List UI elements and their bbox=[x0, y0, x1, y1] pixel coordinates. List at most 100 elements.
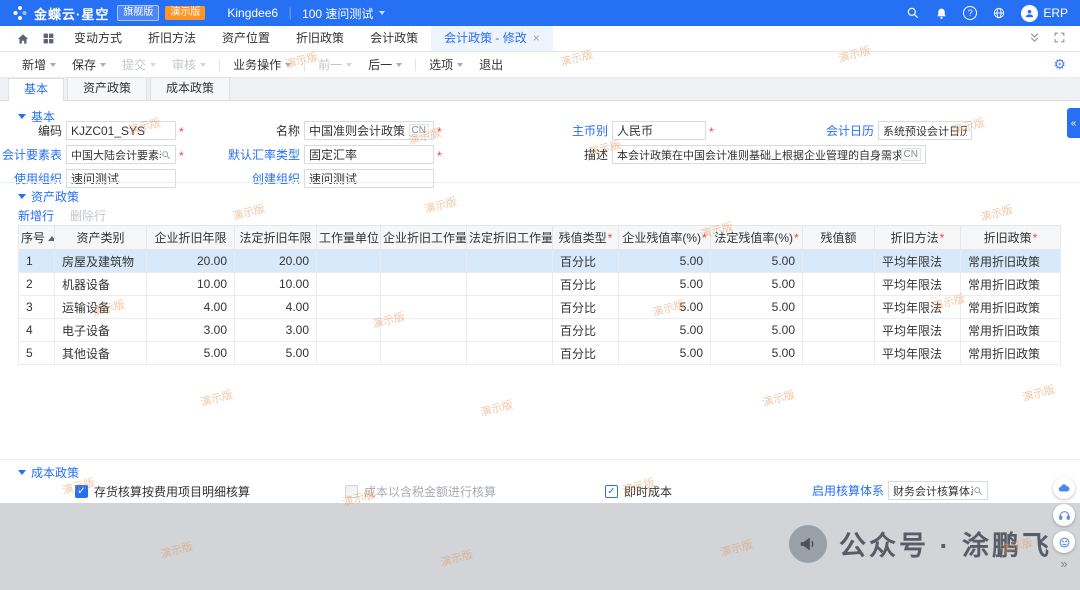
toolbar-button[interactable]: 前一 bbox=[310, 56, 360, 73]
nav-tab[interactable]: 会计政策 bbox=[357, 26, 431, 51]
table-cell[interactable]: 常用折旧政策 bbox=[961, 250, 1061, 273]
column-header[interactable]: 工作量单位 bbox=[317, 226, 381, 250]
table-cell[interactable] bbox=[803, 296, 875, 319]
table-cell[interactable] bbox=[317, 296, 381, 319]
field-label-accounting-calendar[interactable]: 会计日历 bbox=[786, 121, 874, 141]
create-org-input[interactable]: 速问测试 bbox=[304, 169, 434, 188]
table-cell[interactable] bbox=[381, 342, 467, 365]
column-header[interactable]: 企业折旧工作量 bbox=[381, 226, 467, 250]
use-org-input[interactable]: 速问测试 bbox=[66, 169, 176, 188]
table-cell[interactable]: 百分比 bbox=[553, 273, 619, 296]
column-header[interactable]: 资产类别 bbox=[55, 226, 147, 250]
table-row[interactable]: 3运输设备4.004.00百分比5.005.00平均年限法常用折旧政策 bbox=[19, 296, 1061, 319]
table-cell[interactable]: 20.00 bbox=[235, 250, 317, 273]
user-menu[interactable]: ERP bbox=[1021, 5, 1068, 22]
nav-tab[interactable]: 折旧方法 bbox=[135, 26, 209, 51]
table-cell[interactable]: 5.00 bbox=[711, 250, 803, 273]
table-cell[interactable]: 运输设备 bbox=[55, 296, 147, 319]
toolbar-button[interactable]: 业务操作 bbox=[225, 56, 299, 73]
toolbar-button[interactable]: 审核 bbox=[164, 56, 214, 73]
table-cell[interactable]: 5.00 bbox=[619, 342, 711, 365]
table-cell[interactable] bbox=[803, 250, 875, 273]
delete-row-button[interactable]: 删除行 bbox=[70, 207, 106, 224]
toolbar-button[interactable]: 选项 bbox=[421, 56, 471, 73]
subtab[interactable]: 基本 bbox=[8, 78, 64, 101]
checkbox-inventory-detail[interactable]: ✓ 存货核算按费用项目明细核算 bbox=[75, 483, 250, 499]
table-cell[interactable] bbox=[317, 250, 381, 273]
table-cell[interactable]: 5.00 bbox=[619, 273, 711, 296]
grid-menu-icon[interactable] bbox=[36, 32, 61, 45]
section-asset-toggle[interactable]: 资产政策 bbox=[18, 188, 79, 205]
column-header[interactable]: 法定折旧工作量 bbox=[467, 226, 553, 250]
toolbar-button[interactable]: 新增 bbox=[14, 56, 64, 73]
field-label-base-currency[interactable]: 主币别 bbox=[528, 121, 608, 141]
table-cell[interactable]: 5.00 bbox=[619, 296, 711, 319]
table-cell[interactable]: 4.00 bbox=[147, 296, 235, 319]
nav-tab[interactable]: 资产位置 bbox=[209, 26, 283, 51]
table-cell[interactable]: 5.00 bbox=[619, 319, 711, 342]
exchange-rate-type-input[interactable]: 固定汇率 bbox=[304, 145, 434, 164]
field-label-exchange-rate-type[interactable]: 默认汇率类型 bbox=[212, 145, 300, 165]
panel-collapse-handle[interactable]: « bbox=[1067, 108, 1080, 138]
toolbar-button[interactable]: 保存 bbox=[64, 56, 114, 73]
table-cell[interactable]: 3.00 bbox=[147, 319, 235, 342]
table-cell[interactable]: 1 bbox=[19, 250, 55, 273]
table-cell[interactable]: 5 bbox=[19, 342, 55, 365]
toolbar-button[interactable]: 退出 bbox=[471, 56, 511, 73]
table-cell[interactable] bbox=[803, 342, 875, 365]
table-cell[interactable]: 机器设备 bbox=[55, 273, 147, 296]
table-cell[interactable]: 百分比 bbox=[553, 342, 619, 365]
globe-icon[interactable] bbox=[992, 6, 1006, 20]
account-system-input[interactable]: 财务会计核算体系 bbox=[888, 481, 988, 500]
table-cell[interactable] bbox=[467, 250, 553, 273]
table-cell[interactable] bbox=[803, 273, 875, 296]
field-label-use-org[interactable]: 使用组织 bbox=[2, 169, 62, 189]
column-header[interactable]: 企业残值率(%)* bbox=[619, 226, 711, 250]
table-cell[interactable] bbox=[381, 250, 467, 273]
checkbox-realtime-cost[interactable]: ✓ 即时成本 bbox=[605, 483, 672, 499]
table-cell[interactable]: 常用折旧政策 bbox=[961, 273, 1061, 296]
table-cell[interactable] bbox=[317, 273, 381, 296]
element-table-input[interactable]: 中国大陆会计要素表 bbox=[66, 145, 176, 164]
table-cell[interactable] bbox=[467, 319, 553, 342]
close-tab-icon[interactable]: × bbox=[533, 26, 540, 51]
column-header[interactable]: 折旧方法* bbox=[875, 226, 961, 250]
section-cost-toggle[interactable]: 成本政策 bbox=[18, 464, 79, 481]
collapse-tabs-icon[interactable] bbox=[1028, 31, 1041, 47]
table-cell[interactable]: 其他设备 bbox=[55, 342, 147, 365]
table-cell[interactable]: 10.00 bbox=[235, 273, 317, 296]
table-cell[interactable] bbox=[317, 342, 381, 365]
description-input[interactable]: 本会计政策在中国会计准则基础上根据企业管理的自身需求制定CN bbox=[612, 145, 926, 164]
accounting-calendar-input[interactable]: 系统预设会计日历 bbox=[878, 121, 972, 140]
table-cell[interactable] bbox=[381, 319, 467, 342]
table-cell[interactable] bbox=[381, 296, 467, 319]
help-icon[interactable]: ? bbox=[963, 6, 977, 20]
checkbox-cost-with-tax[interactable]: 成本以含税金额进行核算 bbox=[345, 483, 496, 499]
table-cell[interactable]: 3 bbox=[19, 296, 55, 319]
add-row-button[interactable]: 新增行 bbox=[18, 207, 54, 224]
field-label-create-org[interactable]: 创建组织 bbox=[212, 169, 300, 189]
table-row[interactable]: 5其他设备5.005.00百分比5.005.00平均年限法常用折旧政策 bbox=[19, 342, 1061, 365]
table-cell[interactable]: 5.00 bbox=[711, 342, 803, 365]
table-cell[interactable] bbox=[467, 296, 553, 319]
table-cell[interactable]: 平均年限法 bbox=[875, 296, 961, 319]
table-cell[interactable]: 平均年限法 bbox=[875, 342, 961, 365]
column-header[interactable]: 残值额 bbox=[803, 226, 875, 250]
table-cell[interactable]: 5.00 bbox=[619, 250, 711, 273]
column-header[interactable]: 企业折旧年限 bbox=[147, 226, 235, 250]
table-cell[interactable]: 平均年限法 bbox=[875, 250, 961, 273]
feedback-smiley-icon[interactable] bbox=[1053, 531, 1075, 553]
headset-support-icon[interactable] bbox=[1053, 504, 1075, 526]
table-cell[interactable]: 20.00 bbox=[147, 250, 235, 273]
table-cell[interactable]: 百分比 bbox=[553, 250, 619, 273]
expand-widgets-icon[interactable]: » bbox=[1060, 558, 1067, 570]
column-header[interactable]: 序号 bbox=[19, 226, 55, 250]
table-row[interactable]: 1房屋及建筑物20.0020.00百分比5.005.00平均年限法常用折旧政策 bbox=[19, 250, 1061, 273]
locale-suffix[interactable]: CN bbox=[409, 124, 429, 137]
table-cell[interactable] bbox=[803, 319, 875, 342]
table-cell[interactable]: 房屋及建筑物 bbox=[55, 250, 147, 273]
table-cell[interactable]: 5.00 bbox=[711, 273, 803, 296]
nav-tab-active[interactable]: 会计政策 - 修改× bbox=[431, 26, 553, 51]
table-cell[interactable]: 10.00 bbox=[147, 273, 235, 296]
table-cell[interactable]: 3.00 bbox=[235, 319, 317, 342]
